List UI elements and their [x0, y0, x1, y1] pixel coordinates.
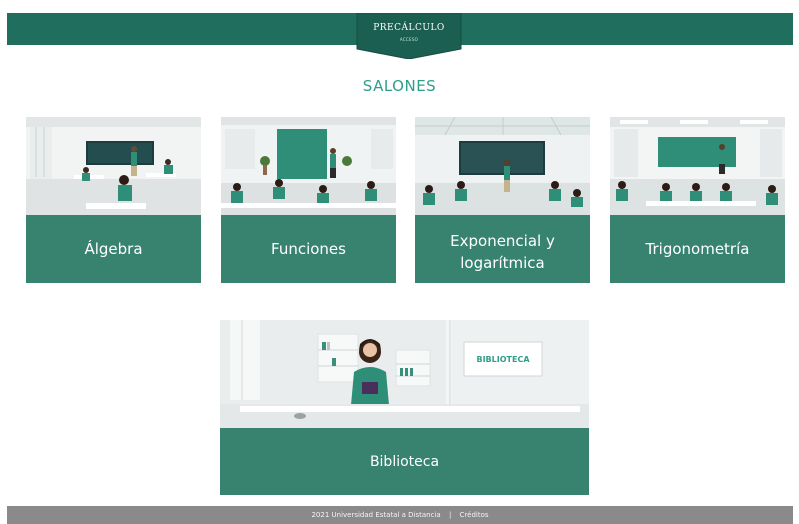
logo[interactable]: PRECÁLCULO ACCESO — [355, 13, 463, 59]
classroom-card-algebra[interactable]: Álgebra — [26, 117, 201, 283]
classroom-card-label: Trigonometría — [645, 240, 750, 258]
classroom-card-label-line1: Exponencial y — [450, 232, 555, 250]
library-label-box: Biblioteca — [220, 428, 589, 495]
footer-copyright: 2021 Universidad Estatal a Distancia — [311, 511, 441, 519]
classroom-card-label-box: Exponencial y logarítmica — [415, 215, 590, 283]
classroom-card-trigonometria[interactable]: Trigonometría — [610, 117, 785, 283]
logo-tab-shape — [356, 13, 462, 59]
library-illustration: BIBLIOTECA — [220, 320, 589, 428]
classroom-card-label-line2: logarítmica — [460, 254, 545, 272]
library-card[interactable]: BIBLIOTECA Biblioteca — [220, 320, 589, 495]
library-label: Biblioteca — [369, 453, 440, 470]
classroom-illustration — [26, 117, 201, 215]
classroom-card-label-box: Funciones — [221, 215, 396, 283]
classroom-illustration — [610, 117, 785, 215]
logo-title: PRECÁLCULO — [373, 23, 445, 33]
footer-separator: | — [448, 511, 452, 519]
classroom-illustration — [221, 117, 396, 215]
credits-link[interactable]: Créditos — [460, 511, 489, 519]
classroom-card-label-box: Álgebra — [26, 215, 201, 283]
logo-subtitle: ACCESO — [399, 37, 419, 42]
classroom-card-label: Álgebra — [84, 240, 143, 258]
classroom-card-label-box: Trigonometría — [610, 215, 785, 283]
page-title: SALONES — [362, 77, 437, 95]
page: PRECÁLCULO ACCESO SALONES Álgebra Funcio… — [0, 0, 799, 524]
footer: 2021 Universidad Estatal a Distancia | C… — [7, 506, 793, 524]
classroom-illustration — [415, 117, 590, 215]
classroom-card-funciones[interactable]: Funciones — [221, 117, 396, 283]
classroom-card-exponencial[interactable]: Exponencial y logarítmica — [415, 117, 590, 283]
classroom-card-label: Funciones — [271, 240, 346, 258]
library-sign: BIBLIOTECA — [476, 354, 530, 364]
classroom-card-label: Exponencial y logarítmica — [450, 230, 555, 274]
